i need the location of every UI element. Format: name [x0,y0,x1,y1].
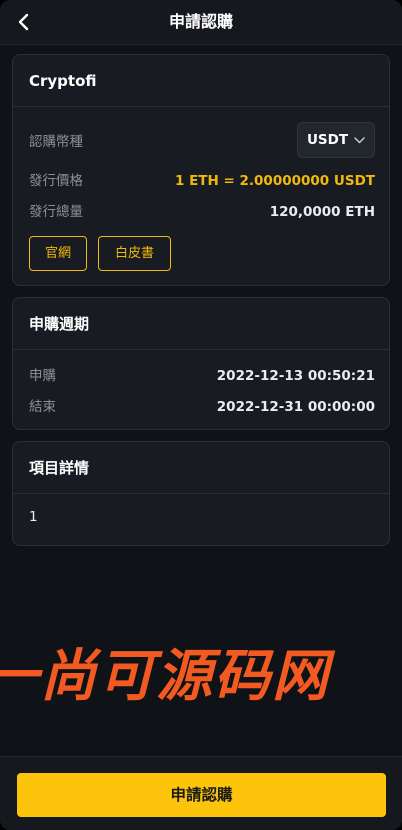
app-screen: 申請認購 Cryptofi 認購幣種 USDT 發行價格 1 ETH = 2.0… [0,0,402,830]
total-label: 發行總量 [29,204,83,220]
website-button[interactable]: 官網 [29,236,87,271]
period-card-title: 申購週期 [13,298,389,350]
start-time: 2022-12-13 00:50:21 [216,368,375,384]
project-info-card: Cryptofi 認購幣種 USDT 發行價格 1 ETH = 2.000000… [12,54,390,286]
project-details-card: 項目詳情 1 [12,441,390,546]
start-label: 申購 [29,368,56,384]
currency-select-value: USDT [306,132,349,148]
whitepaper-button[interactable]: 白皮書 [98,236,171,271]
watermark: 一尚可源码网 [0,644,402,714]
end-label: 結束 [29,399,56,415]
currency-label: 認購幣種 [29,134,83,150]
top-navigation-bar: 申請認購 [0,0,402,45]
chevron-down-icon [354,136,365,143]
end-row: 結束 2022-12-31 00:00:00 [29,397,375,417]
apply-subscribe-button[interactable]: 申請認購 [17,773,386,817]
bottom-action-bar: 申請認購 [0,756,402,830]
project-name: Cryptofi [13,55,389,107]
price-label: 發行價格 [29,173,83,189]
watermark-text: 一尚可源码网 [0,644,330,709]
currency-select[interactable]: USDT [297,122,375,158]
total-row: 發行總量 120,0000 ETH [29,202,375,222]
details-card-title: 項目詳情 [13,442,389,494]
start-row: 申購 2022-12-13 00:50:21 [29,366,375,386]
end-time: 2022-12-31 00:00:00 [216,399,375,415]
total-value: 120,0000 ETH [269,204,375,220]
details-content: 1 [29,509,38,525]
page-title: 申請認購 [168,12,233,31]
subscription-period-card: 申購週期 申購 2022-12-13 00:50:21 結束 2022-12-3… [12,297,390,430]
price-row: 發行價格 1 ETH = 2.00000000 USDT [29,171,375,191]
price-value: 1 ETH = 2.00000000 USDT [174,173,375,189]
